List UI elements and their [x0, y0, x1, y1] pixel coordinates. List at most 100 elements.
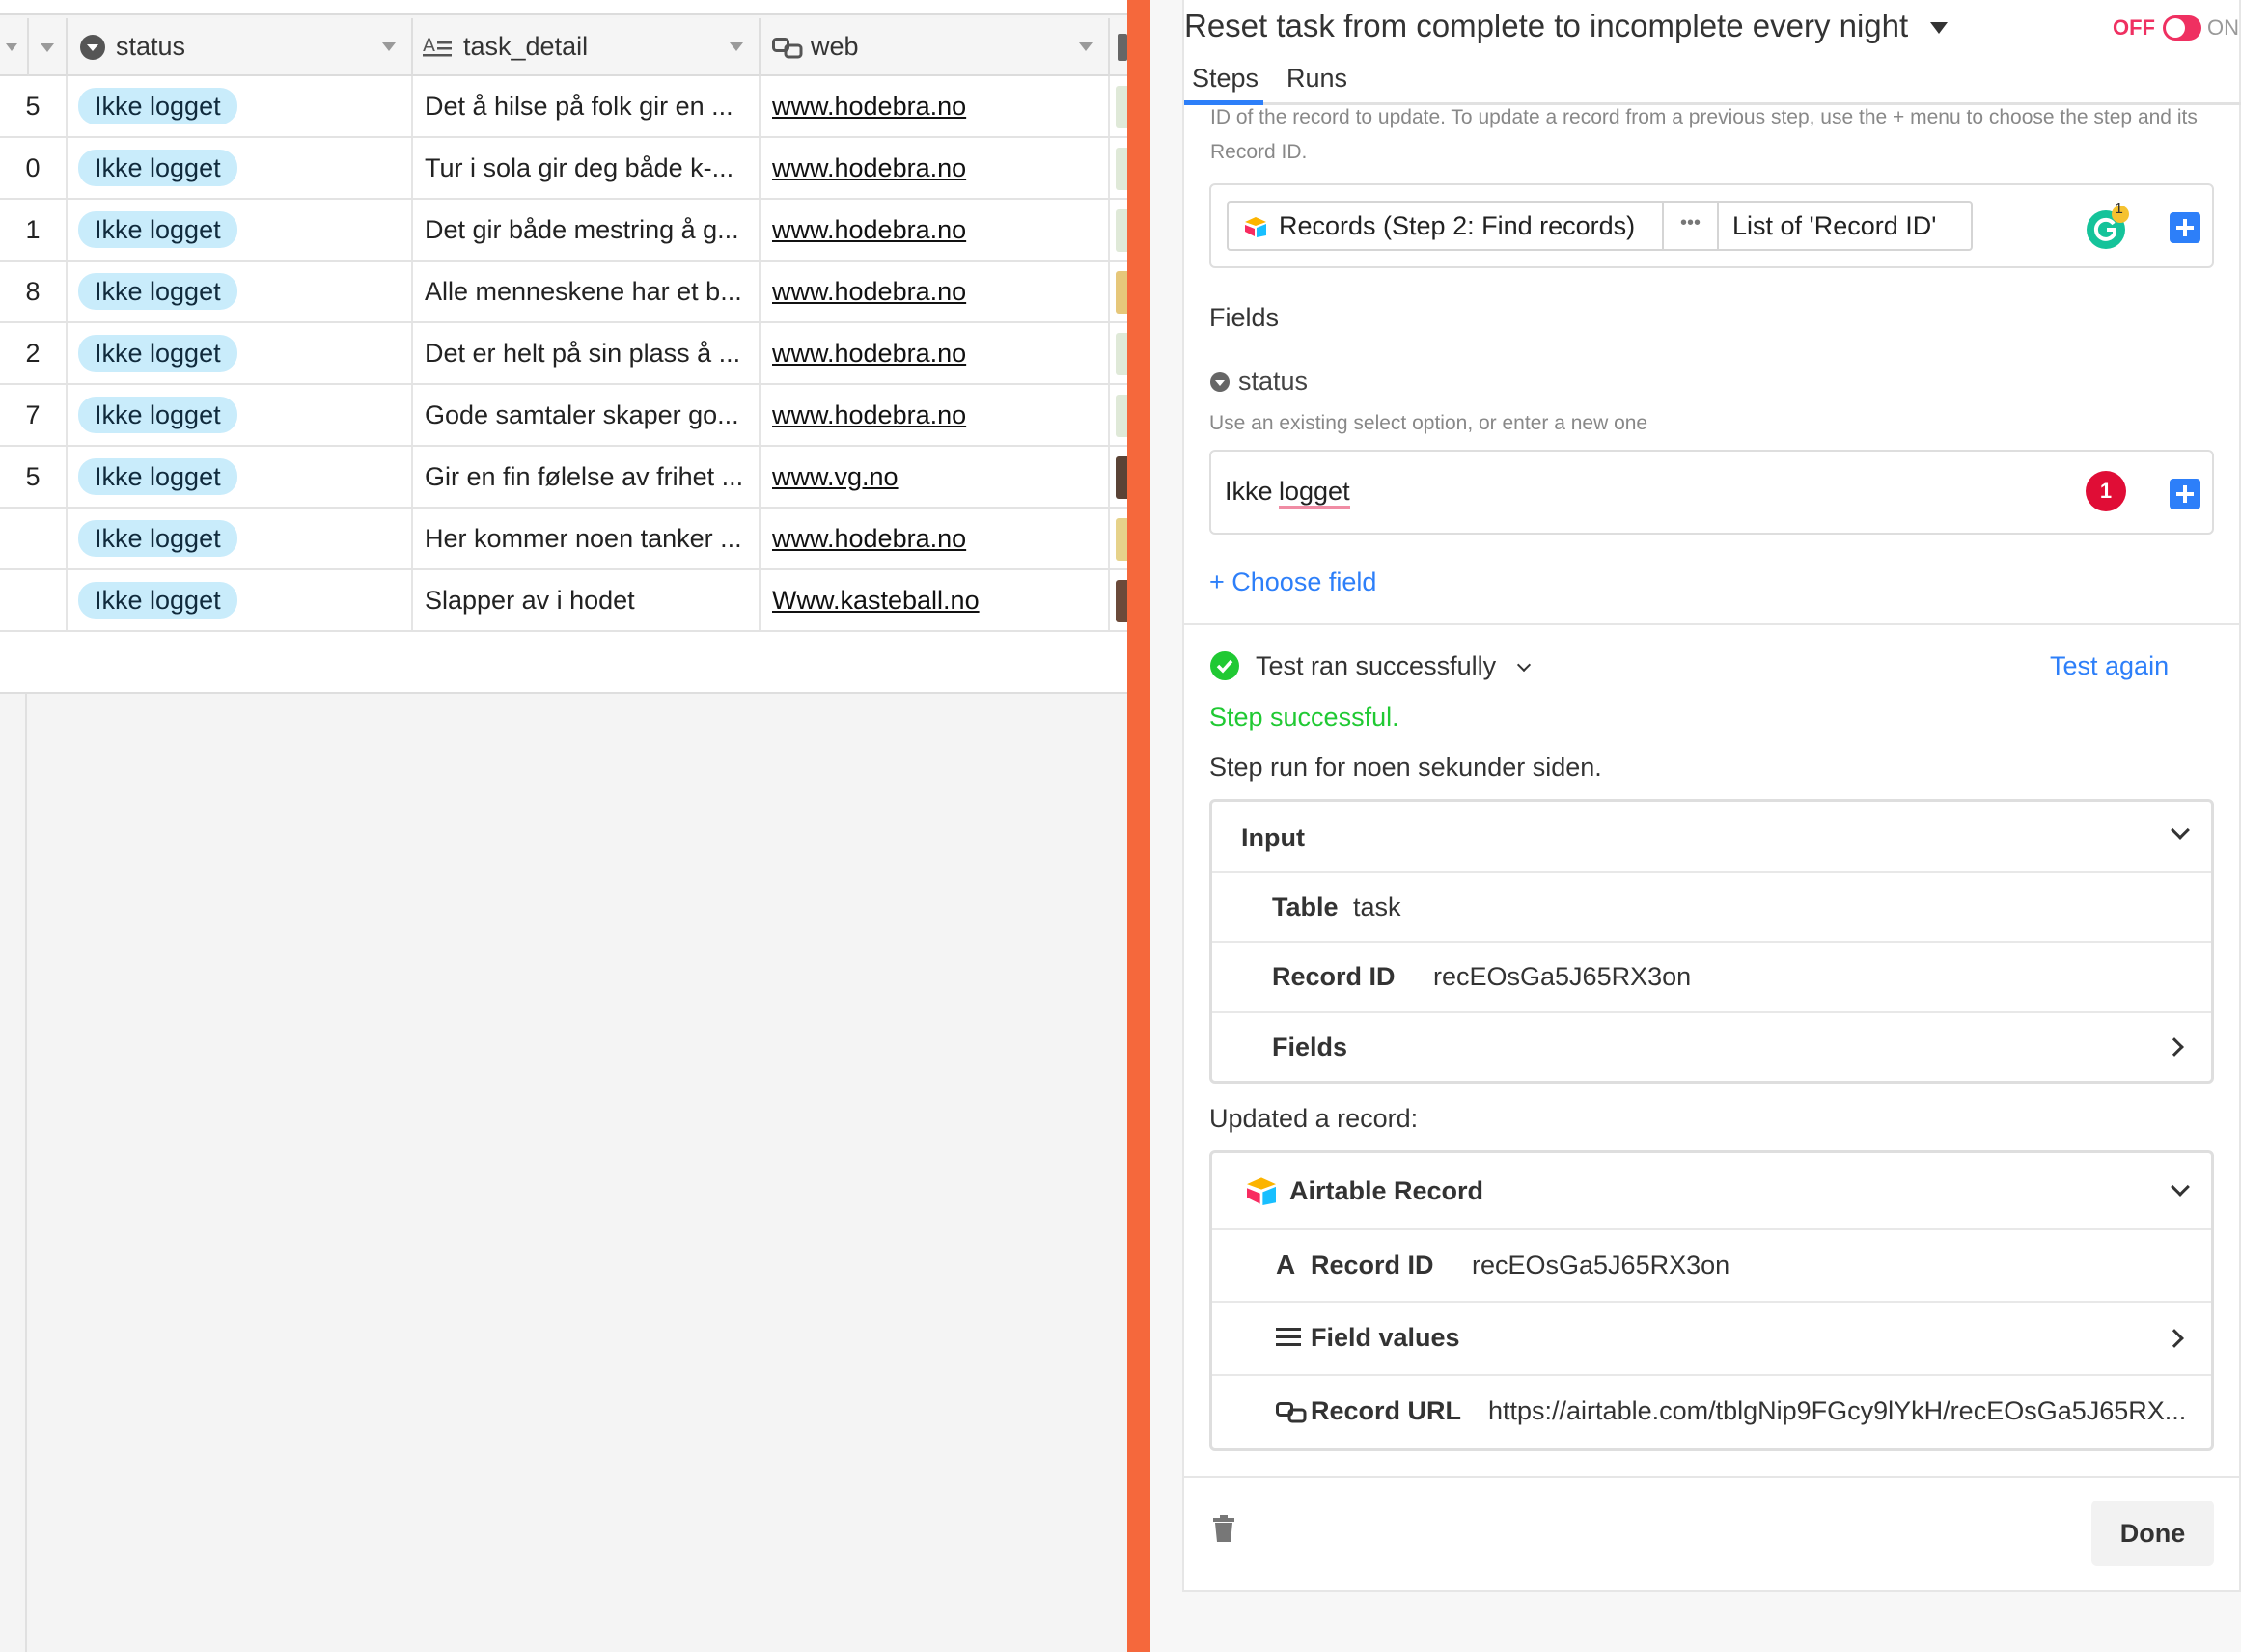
tab-runs[interactable]: Runs: [1286, 64, 1347, 94]
table-row[interactable]: 1 Ikke logget Det gir både mestring å g.…: [0, 200, 1127, 262]
web-cell[interactable]: www.hodebra.no: [761, 262, 1110, 321]
test-status[interactable]: Test ran successfully: [1256, 651, 1531, 681]
chevron-down-icon[interactable]: [730, 42, 743, 51]
web-cell[interactable]: www.hodebra.no: [761, 385, 1110, 445]
web-link[interactable]: Www.kasteball.no: [772, 586, 980, 616]
column-header-web[interactable]: web: [761, 18, 1110, 76]
add-value-button[interactable]: [2170, 479, 2200, 509]
status-value-input[interactable]: Ikke logget 1: [1209, 450, 2214, 535]
task-detail-cell[interactable]: Det gir både mestring å g...: [413, 200, 761, 260]
web-cell[interactable]: www.hodebra.no: [761, 323, 1110, 383]
add-row[interactable]: [0, 632, 1127, 694]
table-row[interactable]: 8 Ikke logget Alle menneskene har et b..…: [0, 262, 1127, 323]
table-row[interactable]: 2 Ikke logget Det er helt på sin plass å…: [0, 323, 1127, 385]
attachment-thumbnail[interactable]: [1116, 395, 1127, 437]
status-cell[interactable]: Ikke logget: [68, 385, 413, 445]
web-cell[interactable]: Www.kasteball.no: [761, 570, 1110, 630]
web-cell[interactable]: www.hodebra.no: [761, 76, 1110, 136]
web-cell[interactable]: www.hodebra.no: [761, 138, 1110, 198]
status-value-part2: logget: [1279, 477, 1350, 509]
status-cell[interactable]: Ikke logget: [68, 138, 413, 198]
web-cell[interactable]: www.hodebra.no: [761, 509, 1110, 568]
attachment-thumbnail[interactable]: [1116, 580, 1127, 622]
chevron-right-icon: [2165, 1037, 2184, 1057]
chevron-down-icon[interactable]: [1079, 42, 1093, 51]
attachment-thumbnail[interactable]: [1116, 209, 1127, 252]
task-detail-cell[interactable]: Tur i sola gir deg både k-...: [413, 138, 761, 198]
chevron-right-icon: [2165, 1329, 2184, 1348]
expand-header[interactable]: [29, 18, 68, 76]
input-fields-row[interactable]: Fields: [1212, 1013, 2211, 1081]
automation-title[interactable]: Reset task from complete to incomplete e…: [1184, 8, 1949, 44]
status-cell[interactable]: Ikke logget: [68, 570, 413, 630]
web-cell[interactable]: www.hodebra.no: [761, 200, 1110, 260]
web-cell[interactable]: www.vg.no: [761, 447, 1110, 507]
attachment-thumbnail[interactable]: [1116, 333, 1127, 375]
record-id-value: recEOsGa5J65RX3on: [1433, 962, 1692, 991]
web-link[interactable]: www.hodebra.no: [772, 92, 966, 122]
record-id-input[interactable]: Records (Step 2: Find records) ••• List …: [1209, 183, 2214, 268]
web-link[interactable]: www.hodebra.no: [772, 524, 966, 554]
column-header-attachment[interactable]: [1110, 18, 1127, 76]
more-icon[interactable]: •••: [1680, 212, 1701, 234]
record-url-value[interactable]: https://airtable.com/tblgNip9FGcy9lYkH/r…: [1488, 1396, 2186, 1426]
svg-text:A: A: [423, 35, 435, 56]
attachment-thumbnail[interactable]: [1116, 271, 1127, 314]
table-row[interactable]: Ikke logget Her kommer noen tanker ... w…: [0, 509, 1127, 570]
task-detail-cell[interactable]: Gir en fin følelse av frihet ...: [413, 447, 761, 507]
grammarly-icon[interactable]: [2086, 205, 2132, 251]
task-detail-cell[interactable]: Slapper av i hodet: [413, 570, 761, 630]
status-badge: Ikke logget: [78, 520, 237, 557]
input-header[interactable]: Input: [1212, 802, 2211, 871]
task-detail-cell[interactable]: Her kommer noen tanker ...: [413, 509, 761, 568]
attachment-thumbnail[interactable]: [1116, 148, 1127, 190]
web-link[interactable]: www.hodebra.no: [772, 215, 966, 245]
column-header-task-detail[interactable]: A task_detail: [413, 18, 761, 76]
table-row[interactable]: Ikke logget Slapper av i hodet Www.kaste…: [0, 570, 1127, 632]
done-button[interactable]: Done: [2091, 1501, 2214, 1566]
chevron-down-icon[interactable]: [1930, 22, 1949, 35]
table-row[interactable]: 5 Ikke logget Gir en fin følelse av frih…: [0, 447, 1127, 509]
table-row[interactable]: 7 Ikke logget Gode samtaler skaper go...…: [0, 385, 1127, 447]
task-detail-cell[interactable]: Gode samtaler skaper go...: [413, 385, 761, 445]
status-cell[interactable]: Ikke logget: [68, 447, 413, 507]
attachment-thumbnail[interactable]: [1116, 456, 1127, 499]
test-again-link[interactable]: Test again: [2050, 651, 2169, 681]
input-card: Input Table task Record ID recEOsGa5J65R…: [1209, 799, 2214, 1084]
table-row[interactable]: 5 Ikke logget Det å hilse på folk gir en…: [0, 76, 1127, 138]
status-badge: Ikke logget: [78, 458, 237, 495]
error-count-badge[interactable]: 1: [2086, 471, 2126, 511]
add-token-button[interactable]: [2170, 212, 2200, 243]
status-cell[interactable]: Ikke logget: [68, 323, 413, 383]
status-cell[interactable]: Ikke logget: [68, 200, 413, 260]
row-number-header[interactable]: [0, 18, 29, 76]
web-link[interactable]: www.hodebra.no: [772, 153, 966, 183]
choose-field-link[interactable]: + Choose field: [1209, 567, 1376, 597]
web-link[interactable]: www.vg.no: [772, 462, 899, 492]
automation-toggle[interactable]: [2163, 15, 2201, 41]
row-number: 7: [0, 385, 68, 445]
status-cell[interactable]: Ikke logget: [68, 262, 413, 321]
task-detail-cell[interactable]: Det å hilse på folk gir en ...: [413, 76, 761, 136]
attachment-thumbnail[interactable]: [1116, 518, 1127, 561]
status-cell[interactable]: Ikke logget: [68, 509, 413, 568]
status-field-name: status: [1238, 367, 1309, 396]
grid-view: status A task_detail web 5 Ikke logget D…: [0, 0, 1127, 1652]
table-row[interactable]: 0 Ikke logget Tur i sola gir deg både k-…: [0, 138, 1127, 200]
chevron-down-icon[interactable]: [382, 42, 396, 51]
web-link[interactable]: www.hodebra.no: [772, 277, 966, 307]
task-detail-cell[interactable]: Det er helt på sin plass å ...: [413, 323, 761, 383]
output-header[interactable]: Airtable Record: [1212, 1153, 2211, 1228]
web-link[interactable]: www.hodebra.no: [772, 400, 966, 430]
panel-resize-handle[interactable]: [1127, 0, 1150, 1652]
row-number: 1: [0, 200, 68, 260]
record-token[interactable]: Records (Step 2: Find records) ••• List …: [1227, 201, 1973, 251]
attachment-thumbnail[interactable]: [1116, 86, 1127, 128]
field-values-row[interactable]: Field values: [1212, 1303, 2211, 1374]
task-detail-cell[interactable]: Alle menneskene har et b...: [413, 262, 761, 321]
tab-steps[interactable]: Steps: [1192, 64, 1259, 94]
status-cell[interactable]: Ikke logget: [68, 76, 413, 136]
trash-icon[interactable]: [1213, 1515, 1234, 1542]
column-header-status[interactable]: status: [68, 18, 413, 76]
web-link[interactable]: www.hodebra.no: [772, 339, 966, 369]
